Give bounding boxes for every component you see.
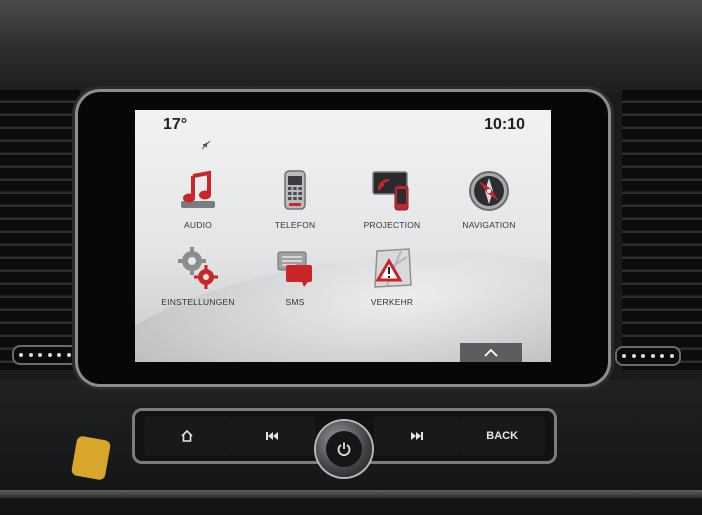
chevron-up-icon [484, 349, 498, 357]
key-tag [70, 435, 112, 481]
left-air-vent [0, 90, 80, 370]
app-label: TELEFON [274, 220, 316, 230]
mute-icon [201, 140, 211, 150]
app-label: AUDIO [184, 220, 212, 230]
app-label: PROJECTION [363, 220, 421, 230]
next-track-icon [410, 432, 423, 440]
app-sms[interactable]: SMS [250, 245, 340, 307]
previous-track-button[interactable] [229, 416, 316, 456]
compass-icon [469, 171, 509, 211]
expand-tray-button[interactable] [460, 343, 522, 362]
home-icon [181, 429, 193, 442]
audio-note-icon [181, 170, 215, 208]
right-indicator-light [615, 346, 681, 366]
app-einstellungen[interactable]: EINSTELLUNGEN [153, 245, 243, 307]
gears-icon [178, 247, 218, 289]
app-verkehr[interactable]: VERKEHR [347, 245, 437, 307]
app-telefon[interactable]: TELEFON [250, 168, 340, 230]
back-button[interactable]: BACK [459, 416, 546, 456]
projection-icon [372, 171, 409, 211]
traffic-warning-icon [374, 248, 412, 288]
message-icon [277, 251, 312, 287]
left-indicator-light [12, 345, 78, 365]
app-label: NAVIGATION [462, 220, 516, 230]
previous-track-icon [266, 432, 279, 440]
app-label: VERKEHR [370, 297, 414, 307]
next-track-button[interactable] [373, 416, 460, 456]
app-projection[interactable]: PROJECTION [347, 168, 437, 230]
phone-icon [284, 170, 306, 210]
power-icon [337, 442, 351, 456]
clock-display: 10:10 [484, 116, 525, 133]
right-air-vent [622, 90, 702, 370]
home-button[interactable] [144, 416, 230, 456]
app-label: SMS [285, 297, 305, 307]
chrome-trim [0, 490, 702, 498]
power-volume-knob[interactable] [316, 421, 372, 477]
temperature-display: 17° [163, 116, 188, 133]
app-label: EINSTELLUNGEN [161, 297, 235, 307]
dashboard-top [0, 0, 702, 95]
infotainment-screen: 17° 10:10 AUDIO TELEFON PROJECTION NAVIG… [135, 110, 551, 362]
app-navigation[interactable]: NAVIGATION [444, 168, 534, 230]
app-audio[interactable]: AUDIO [153, 168, 243, 230]
